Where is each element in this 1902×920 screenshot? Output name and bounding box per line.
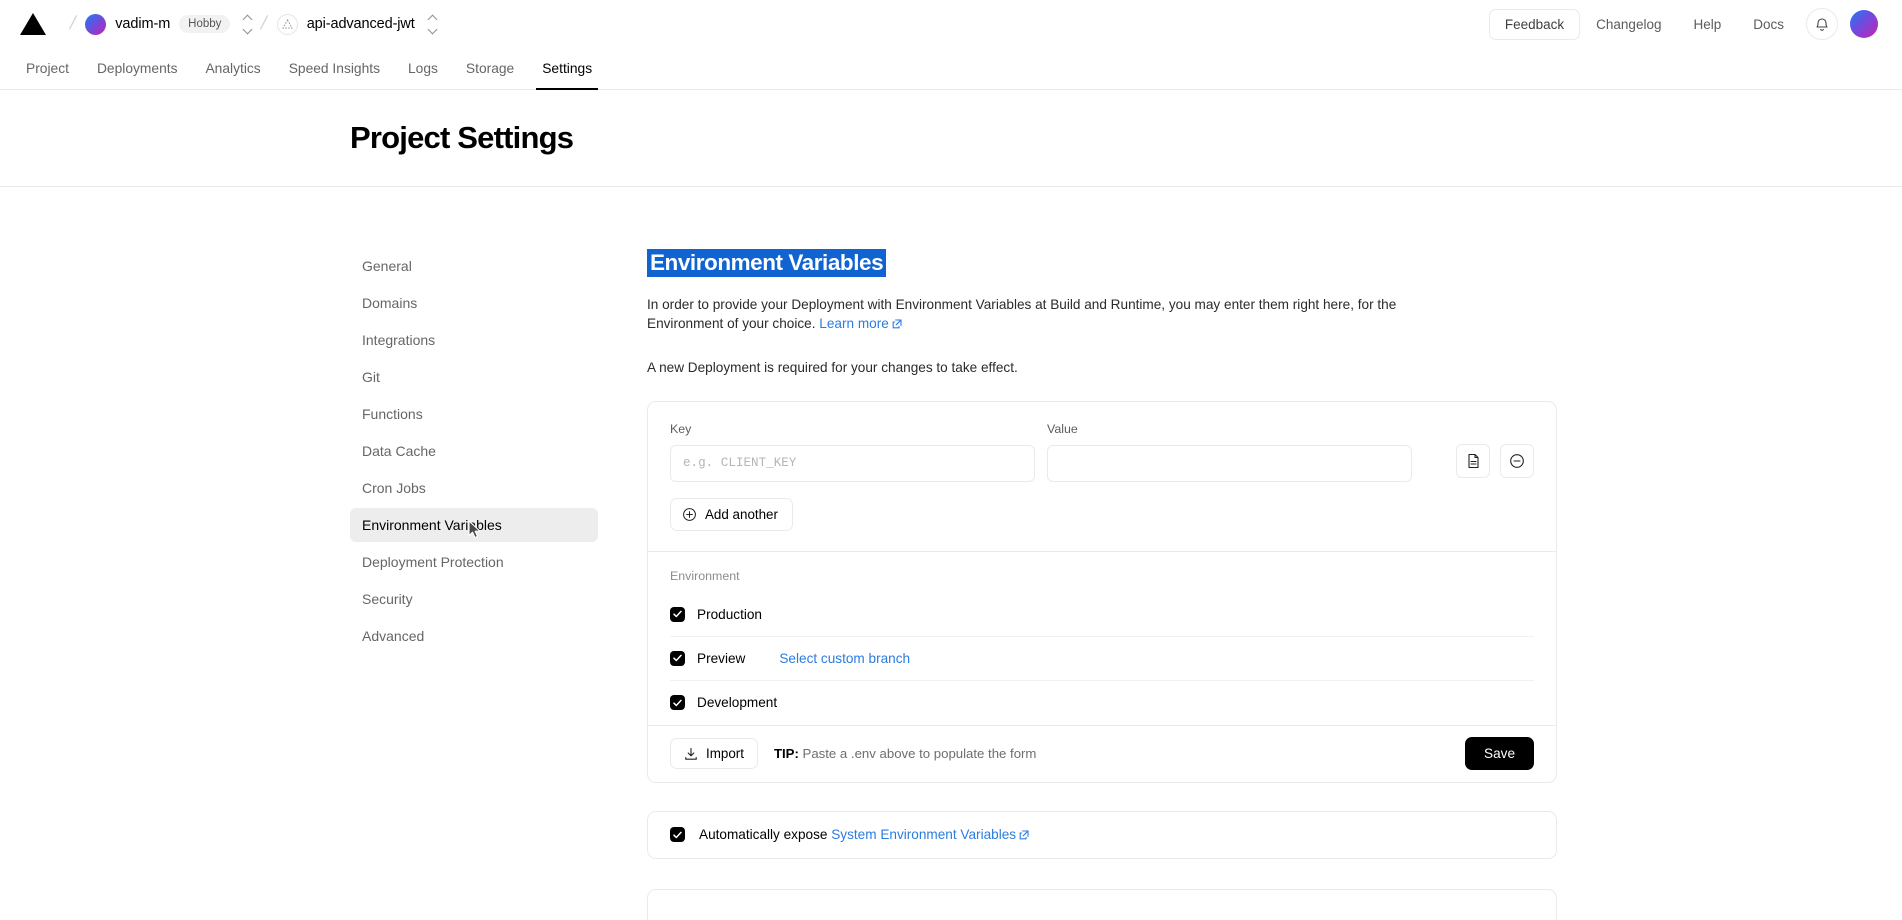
minus-circle-icon[interactable] xyxy=(1500,443,1534,478)
form-footer: Import TIP: Paste a .env above to popula… xyxy=(648,724,1556,782)
system-env-vars-link[interactable]: System Environment Variables xyxy=(831,827,1029,842)
production-checkbox[interactable] xyxy=(670,606,685,622)
team-name: vadim-m xyxy=(115,16,171,32)
tip-prefix: TIP: xyxy=(773,746,799,762)
value-label: Value xyxy=(1047,421,1078,436)
auto-expose-checkbox[interactable] xyxy=(670,827,685,843)
breadcrumb-separator: / xyxy=(67,13,79,34)
header-actions: Feedback Changelog Help Docs xyxy=(1488,8,1878,40)
auto-expose-label: Automatically expose xyxy=(699,827,828,843)
value-input[interactable] xyxy=(1047,444,1412,482)
sidebar-item-label: Environment Variables xyxy=(362,517,502,533)
environment-label: Environment xyxy=(670,568,740,583)
docs-link[interactable]: Docs xyxy=(1737,17,1800,32)
system-env-expose-card: Automatically expose System Environment … xyxy=(647,810,1557,859)
tip-text: TIP: Paste a .env above to populate the … xyxy=(774,746,1036,761)
environment-row-production: Production xyxy=(670,593,1534,637)
learn-more-link[interactable]: Learn more xyxy=(819,316,902,331)
sidebar-item-cron-jobs[interactable]: Cron Jobs xyxy=(350,471,598,505)
import-button[interactable]: Import xyxy=(670,738,758,770)
settings-body: General Domains Integrations Git Functio… xyxy=(0,187,1902,920)
tab-deployments[interactable]: Deployments xyxy=(83,48,192,89)
import-label: Import xyxy=(706,746,744,762)
preview-label: Preview xyxy=(697,650,746,666)
plan-badge: Hobby xyxy=(179,15,231,33)
sidebar-item-integrations[interactable]: Integrations xyxy=(350,323,598,357)
changelog-link[interactable]: Changelog xyxy=(1580,17,1677,32)
key-label: Key xyxy=(670,421,692,436)
tab-analytics[interactable]: Analytics xyxy=(191,48,274,89)
vercel-triangle-logo[interactable] xyxy=(20,13,46,35)
help-link[interactable]: Help xyxy=(1677,17,1737,32)
next-settings-card xyxy=(647,888,1557,920)
key-value-row: Key Value xyxy=(670,422,1534,482)
environment-row-preview: Preview Select custom branch xyxy=(670,637,1534,681)
sidebar-item-deployment-protection[interactable]: Deployment Protection xyxy=(350,545,598,579)
tip-body: Paste a .env above to populate the form xyxy=(802,746,1037,762)
save-button[interactable]: Save xyxy=(1465,737,1534,771)
sidebar-item-data-cache[interactable]: Data Cache xyxy=(350,434,598,468)
row-actions xyxy=(1456,422,1534,478)
project-nav-tabs: Project Deployments Analytics Speed Insi… xyxy=(0,48,1902,90)
page-title: Project Settings xyxy=(350,120,574,155)
settings-sidebar: General Domains Integrations Git Functio… xyxy=(350,249,598,920)
top-header: / vadim-m Hobby / api-advanced-jwt Feedb… xyxy=(0,0,1902,48)
notification-bell-icon[interactable] xyxy=(1806,8,1838,40)
breadcrumb-team[interactable]: vadim-m Hobby xyxy=(85,13,253,35)
key-value-area: Key Value xyxy=(648,402,1556,551)
preview-checkbox[interactable] xyxy=(670,650,685,666)
auto-expose-text: Automatically expose System Environment … xyxy=(699,827,1029,842)
sidebar-item-git[interactable]: Git xyxy=(350,360,598,394)
value-column: Value xyxy=(1047,422,1412,482)
tab-storage[interactable]: Storage xyxy=(452,48,528,89)
team-selector-chevron-icon[interactable] xyxy=(242,14,253,34)
development-label: Development xyxy=(697,695,778,711)
development-checkbox[interactable] xyxy=(670,695,685,711)
team-avatar xyxy=(85,13,107,35)
add-another-button[interactable]: Add another xyxy=(670,497,793,531)
project-avatar xyxy=(276,13,298,35)
key-input[interactable] xyxy=(670,444,1035,482)
external-link-icon-2 xyxy=(1019,830,1029,840)
download-icon xyxy=(685,747,697,760)
tab-speed-insights[interactable]: Speed Insights xyxy=(275,48,394,89)
external-link-icon xyxy=(892,319,902,329)
sidebar-item-domains[interactable]: Domains xyxy=(350,286,598,320)
tab-project[interactable]: Project xyxy=(12,48,83,89)
env-var-form-card: Key Value xyxy=(647,400,1557,783)
add-another-label: Add another xyxy=(705,506,778,522)
section-heading: Environment Variables xyxy=(647,249,887,277)
tab-logs[interactable]: Logs xyxy=(394,48,452,89)
file-text-icon[interactable] xyxy=(1456,443,1490,478)
sidebar-item-advanced[interactable]: Advanced xyxy=(350,619,598,653)
page-title-band: Project Settings xyxy=(0,90,1902,187)
section-description-text: In order to provide your Deployment with… xyxy=(647,297,1397,332)
plus-circle-icon xyxy=(683,507,696,521)
feedback-button[interactable]: Feedback xyxy=(1488,8,1581,40)
sidebar-item-security[interactable]: Security xyxy=(350,582,598,616)
section-description: In order to provide your Deployment with… xyxy=(647,295,1409,334)
project-selector-chevron-icon[interactable] xyxy=(427,14,438,34)
sidebar-item-functions[interactable]: Functions xyxy=(350,397,598,431)
sidebar-item-general[interactable]: General xyxy=(350,249,598,283)
user-avatar[interactable] xyxy=(1850,10,1878,38)
sidebar-item-environment-variables[interactable]: Environment Variables xyxy=(350,508,598,542)
tab-settings[interactable]: Settings xyxy=(528,48,606,90)
section-note: A new Deployment is required for your ch… xyxy=(647,359,1018,375)
production-label: Production xyxy=(697,606,762,622)
environment-area: Environment Production Preview Select cu… xyxy=(648,550,1556,725)
key-column: Key xyxy=(670,422,1035,482)
breadcrumb-project[interactable]: api-advanced-jwt xyxy=(276,13,438,35)
environment-row-development: Development xyxy=(670,681,1534,725)
breadcrumb-separator-2: / xyxy=(258,13,270,34)
environment-variables-panel: Environment Variables In order to provid… xyxy=(647,249,1557,920)
select-custom-branch-link[interactable]: Select custom branch xyxy=(779,651,910,666)
project-name: api-advanced-jwt xyxy=(306,16,415,32)
